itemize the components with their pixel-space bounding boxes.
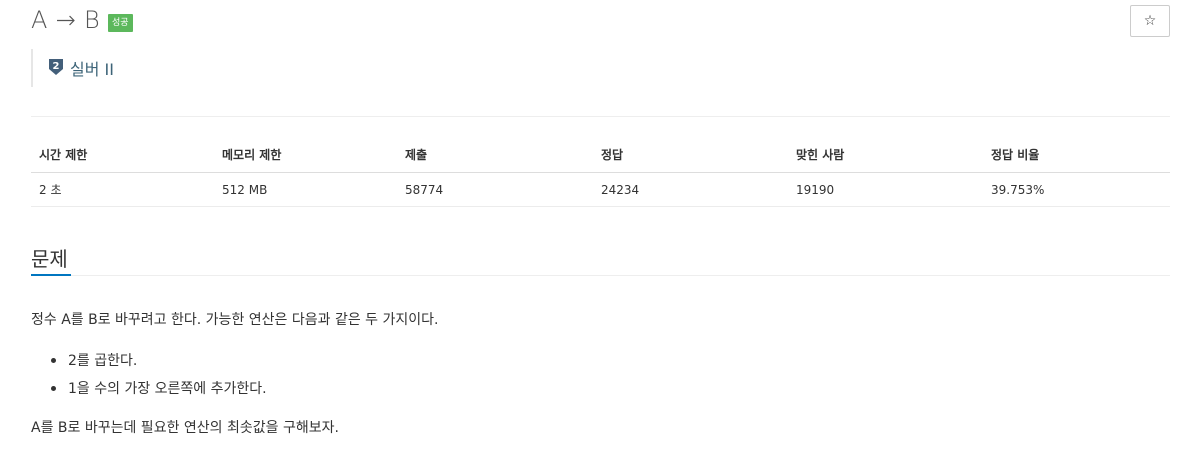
header-accepted: 정답: [593, 138, 788, 173]
problem-title: A → B: [31, 6, 100, 34]
section-title-underline: [31, 274, 71, 276]
section-title: 문제: [31, 247, 68, 271]
star-button[interactable]: ☆: [1130, 5, 1170, 37]
value-solvers[interactable]: 19190: [788, 172, 983, 207]
tier-block: 2 실버 II: [31, 49, 114, 87]
operations-list: 2를 곱한다. 1을 수의 가장 오른쪽에 추가한다.: [51, 346, 267, 402]
problem-page: A → B 성공 ☆ 2 실버 II 시간 제한 메모리 제한 제출 정답 맞힌…: [0, 0, 1187, 454]
value-time-limit: 2 초: [31, 172, 214, 207]
problem-goal-paragraph: A를 B로 바꾸는데 필요한 연산의 최솟값을 구해보자.: [31, 420, 339, 436]
value-memory-limit: 512 MB: [214, 172, 397, 207]
tier-number: 2: [53, 61, 60, 72]
operation-text: 1을 수의 가장 오른쪽에 추가한다.: [68, 381, 267, 397]
value-accepted[interactable]: 24234: [593, 172, 788, 207]
list-item: 2를 곱한다.: [51, 346, 267, 374]
problem-description-paragraph: 정수 A를 B로 바꾸려고 한다. 가능한 연산은 다음과 같은 두 가지이다.: [31, 312, 439, 328]
header-accuracy: 정답 비율: [983, 138, 1170, 173]
silver-tier-icon[interactable]: 2: [48, 58, 64, 76]
header-time-limit: 시간 제한: [31, 138, 214, 173]
bullet-icon: [51, 357, 56, 363]
tier-label[interactable]: 실버 II: [70, 56, 114, 80]
header-solvers: 맞힌 사람: [788, 138, 983, 173]
bullet-icon: [51, 385, 56, 391]
value-submissions[interactable]: 58774: [397, 172, 593, 207]
operation-text: 2를 곱한다.: [68, 353, 138, 369]
title-row: A → B 성공: [31, 6, 133, 34]
value-accuracy: 39.753%: [983, 172, 1170, 207]
result-badge[interactable]: 성공: [108, 14, 133, 32]
header-submissions: 제출: [397, 138, 593, 173]
section-divider: [71, 275, 1170, 276]
info-header-row: 시간 제한 메모리 제한 제출 정답 맞힌 사람 정답 비율: [31, 138, 1170, 173]
header-divider: [31, 116, 1170, 117]
info-value-row: 2 초 512 MB 58774 24234 19190 39.753%: [31, 172, 1170, 207]
problem-info-table: 시간 제한 메모리 제한 제출 정답 맞힌 사람 정답 비율 2 초 512 M…: [31, 138, 1170, 207]
header-memory-limit: 메모리 제한: [214, 138, 397, 173]
list-item: 1을 수의 가장 오른쪽에 추가한다.: [51, 374, 267, 402]
star-icon: ☆: [1143, 13, 1157, 29]
